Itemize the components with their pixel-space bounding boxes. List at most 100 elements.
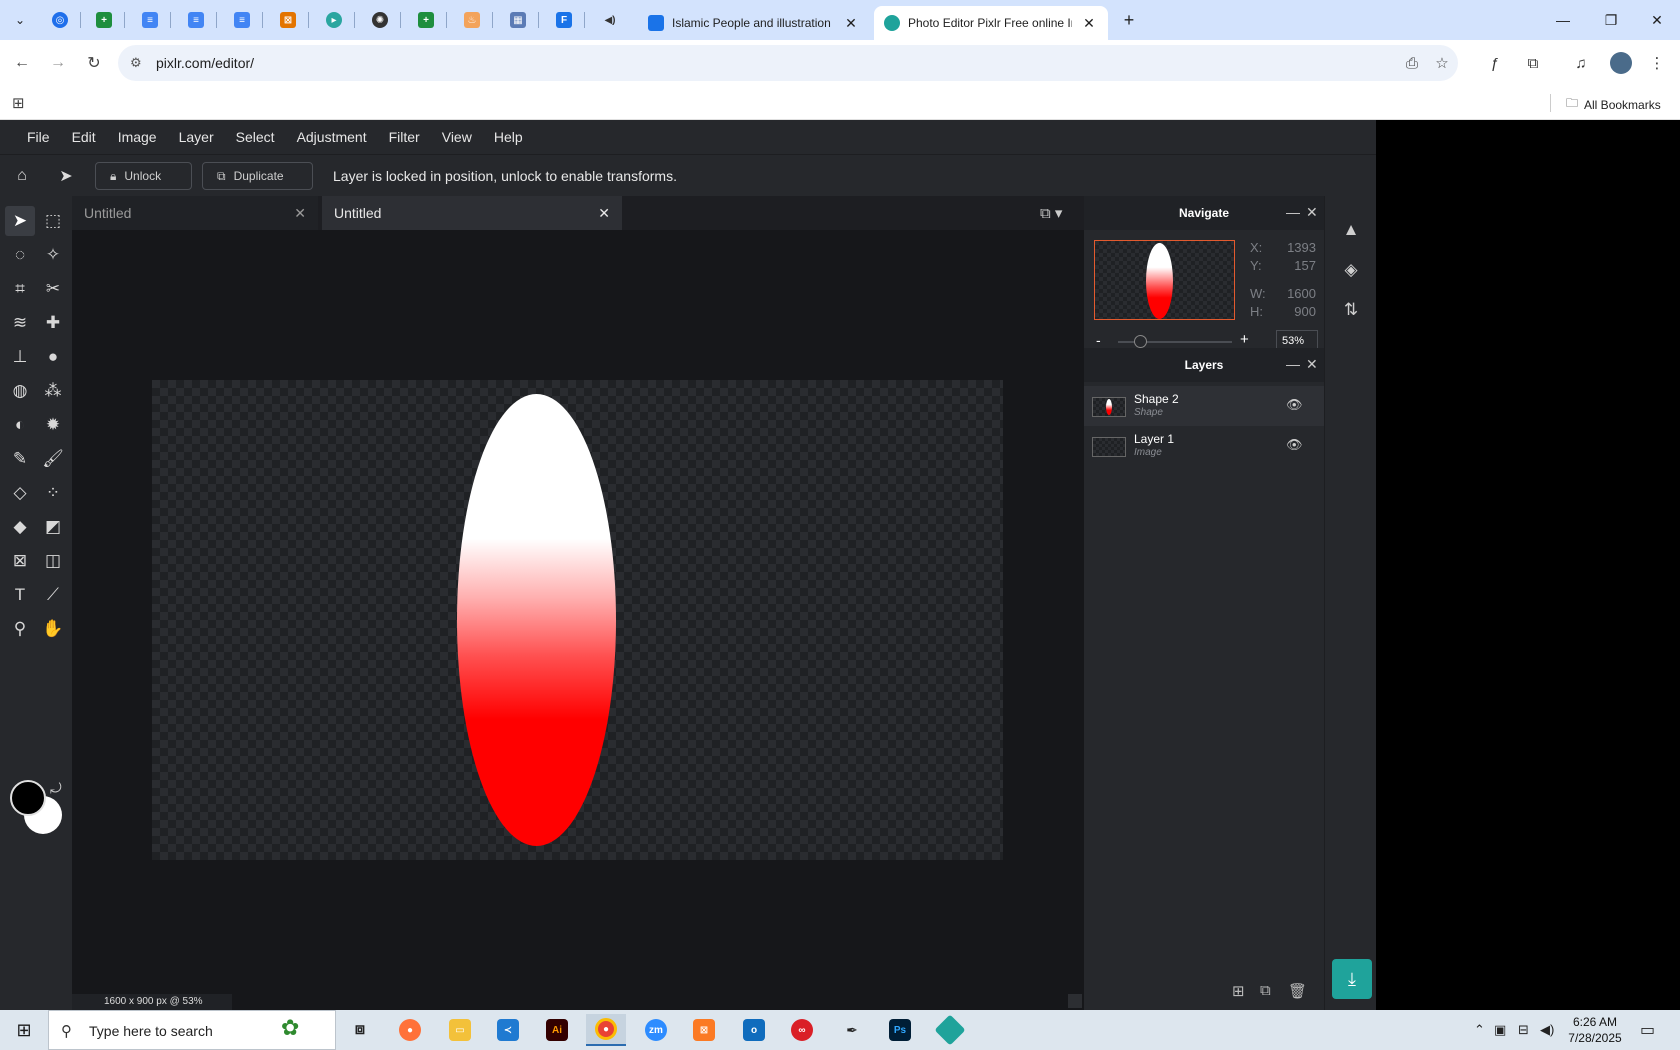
pinned-tab-11[interactable]: ▦ (506, 8, 530, 32)
creative-cloud-icon[interactable]: ∞ (782, 1014, 822, 1046)
extension-font-icon[interactable]: ƒ (1484, 52, 1506, 74)
bookmark-star-icon[interactable]: ☆ (1432, 53, 1452, 73)
minimize-button[interactable]: — (1540, 0, 1586, 40)
chrome-icon[interactable]: ● (586, 1014, 626, 1046)
close-icon[interactable]: ✕ (598, 205, 610, 222)
apps-grid-icon[interactable]: ⊞ (12, 94, 25, 112)
pinned-tab-8[interactable]: ✺ (368, 8, 392, 32)
eyedropper-icon[interactable]: ⟋ (38, 580, 68, 610)
dodge-burn-icon[interactable]: ◐ (5, 410, 35, 440)
forward-button[interactable]: → (44, 49, 72, 77)
pen-icon[interactable]: ✎ (5, 444, 35, 474)
outlook-icon[interactable]: o (734, 1014, 774, 1046)
taskbar-search[interactable]: ⚲ Type here to search ✿ (48, 1010, 336, 1050)
eye-visibility-icon[interactable]: 👁︎ (1286, 437, 1303, 453)
photoshop-icon[interactable]: Ps (880, 1014, 920, 1046)
pinned-tab-5[interactable]: ≡ (230, 8, 254, 32)
brush-icon[interactable]: 🖌︎ (38, 444, 68, 474)
gradient-icon[interactable]: ◩ (38, 512, 68, 542)
navigator-thumbnail[interactable] (1094, 240, 1235, 320)
pinned-tab-3[interactable]: ≡ (138, 8, 162, 32)
pinned-tab-12[interactable]: F (552, 8, 576, 32)
close-icon[interactable]: ✕ (1080, 14, 1098, 32)
clone-stamp-icon[interactable]: ⊥ (5, 342, 35, 372)
duplicate-layer-icon[interactable]: ⧉ (1260, 982, 1271, 999)
smudge-icon[interactable]: ⁂ (38, 376, 68, 406)
zoom-in-button[interactable]: + (1240, 331, 1249, 348)
pinned-tab-4[interactable]: ≡ (184, 8, 208, 32)
menu-layer[interactable]: Layer (168, 129, 225, 145)
menu-image[interactable]: Image (107, 129, 168, 145)
cutout-scissors-icon[interactable]: ✂ (38, 274, 68, 304)
sponge-icon[interactable]: ◍ (5, 376, 35, 406)
pinned-tab-1[interactable]: ◎ (48, 8, 72, 32)
unlock-button[interactable]: 🔒︎ Unlock (95, 162, 192, 190)
menu-file[interactable]: File (16, 129, 61, 145)
close-icon[interactable]: ✕ (842, 14, 860, 32)
shape-icon[interactable]: ◫ (38, 546, 68, 576)
profile-avatar[interactable] (1610, 52, 1632, 74)
address-bar[interactable]: ⚙ pixlr.com/editor/ ⎙ ☆ (118, 45, 1458, 81)
fill-bucket-icon[interactable]: ◆ (5, 512, 35, 542)
text-tool-icon[interactable]: T (5, 580, 35, 610)
menu-filter[interactable]: Filter (378, 129, 431, 145)
layer-row-layer-1[interactable]: Layer 1 Image 👁︎ (1084, 426, 1324, 466)
firefox-icon[interactable]: ● (390, 1014, 430, 1046)
crop-icon[interactable]: ⌗ (5, 274, 35, 304)
menu-view[interactable]: View (431, 129, 483, 145)
show-hidden-icons[interactable]: ⌃ (1474, 1022, 1485, 1038)
notification-icon[interactable]: ▭ (1640, 1020, 1655, 1040)
restore-button[interactable]: ❐ (1588, 0, 1634, 40)
delete-layer-icon[interactable]: 🗑︎ (1288, 982, 1307, 1000)
document-tab-active[interactable]: Untitled ✕ (322, 196, 622, 230)
file-explorer-icon[interactable]: ▭ (440, 1014, 480, 1046)
color-replace-icon[interactable]: ✹ (38, 410, 68, 440)
all-bookmarks-button[interactable]: 🗀 All Bookmarks (1566, 94, 1661, 115)
menu-select[interactable]: Select (225, 129, 286, 145)
windows-start-icon[interactable]: ⊞ (0, 1010, 48, 1050)
volume-icon[interactable]: ◀) (1540, 1022, 1554, 1038)
illustrator-icon[interactable]: Ai (537, 1014, 577, 1046)
pen-app-icon[interactable]: ✒ (832, 1014, 872, 1046)
window-arrange-icon[interactable]: ⧉ ▾ (1040, 204, 1062, 222)
site-info-icon[interactable]: ⚙ (130, 55, 142, 71)
eraser-icon[interactable]: ◇ (5, 478, 35, 508)
pinned-tab-9[interactable]: + (414, 8, 438, 32)
marquee-select-icon[interactable]: ⬚ (38, 206, 68, 236)
network-icon[interactable]: ⊟ (1518, 1022, 1529, 1038)
arrange-tool-icon[interactable]: ➤ (5, 206, 35, 236)
reload-button[interactable]: ↻ (80, 49, 108, 77)
home-icon[interactable]: ⌂ (11, 165, 33, 187)
clock[interactable]: 6:26 AM 7/28/2025 (1560, 1014, 1630, 1046)
document-tab[interactable]: Untitled ✕ (72, 196, 318, 230)
close-icon[interactable]: ✕ (1306, 356, 1318, 373)
foreground-color-swatch[interactable] (10, 780, 46, 816)
zoom-app-icon[interactable]: zm (636, 1014, 676, 1046)
minimize-icon[interactable]: — (1286, 356, 1300, 372)
lasso-icon[interactable]: ◌ (5, 240, 35, 270)
new-tab-button[interactable]: + (1118, 9, 1140, 31)
image-placeholder-icon[interactable]: ⊠ (5, 546, 35, 576)
eye-visibility-icon[interactable]: 👁︎ (1286, 397, 1303, 413)
tab-islamic-people[interactable]: Islamic People and illustration v ✕ (638, 6, 870, 40)
layers-panel-icon[interactable]: ◈ (1339, 258, 1363, 282)
zoom-out-button[interactable]: - (1096, 332, 1101, 348)
duplicate-button[interactable]: ⧉ Duplicate (202, 162, 313, 190)
hand-tool-icon[interactable]: ✋ (38, 614, 68, 644)
pinned-tab-2[interactable]: + (92, 8, 116, 32)
close-window-button[interactable]: ✕ (1634, 0, 1680, 40)
close-icon[interactable]: ✕ (1306, 204, 1318, 221)
swap-colors-icon[interactable]: ⤾ (50, 780, 62, 797)
install-app-icon[interactable]: ⎙ (1402, 53, 1422, 73)
pixlr-app-icon[interactable] (930, 1014, 970, 1046)
shape-ellipse[interactable] (457, 394, 616, 846)
vscode-icon[interactable]: ≺ (488, 1014, 528, 1046)
menu-edit[interactable]: Edit (61, 129, 107, 145)
display-icon[interactable]: ▣ (1494, 1022, 1506, 1038)
task-view-icon[interactable]: ⧈ (340, 1014, 380, 1046)
menu-kebab-icon[interactable]: ⋮ (1646, 52, 1668, 74)
pinned-tab-6[interactable]: ⊠ (276, 8, 300, 32)
pinned-tab-13[interactable]: ◀) (598, 8, 622, 32)
menu-adjustment[interactable]: Adjustment (286, 129, 378, 145)
zoom-slider-handle[interactable] (1134, 335, 1147, 348)
